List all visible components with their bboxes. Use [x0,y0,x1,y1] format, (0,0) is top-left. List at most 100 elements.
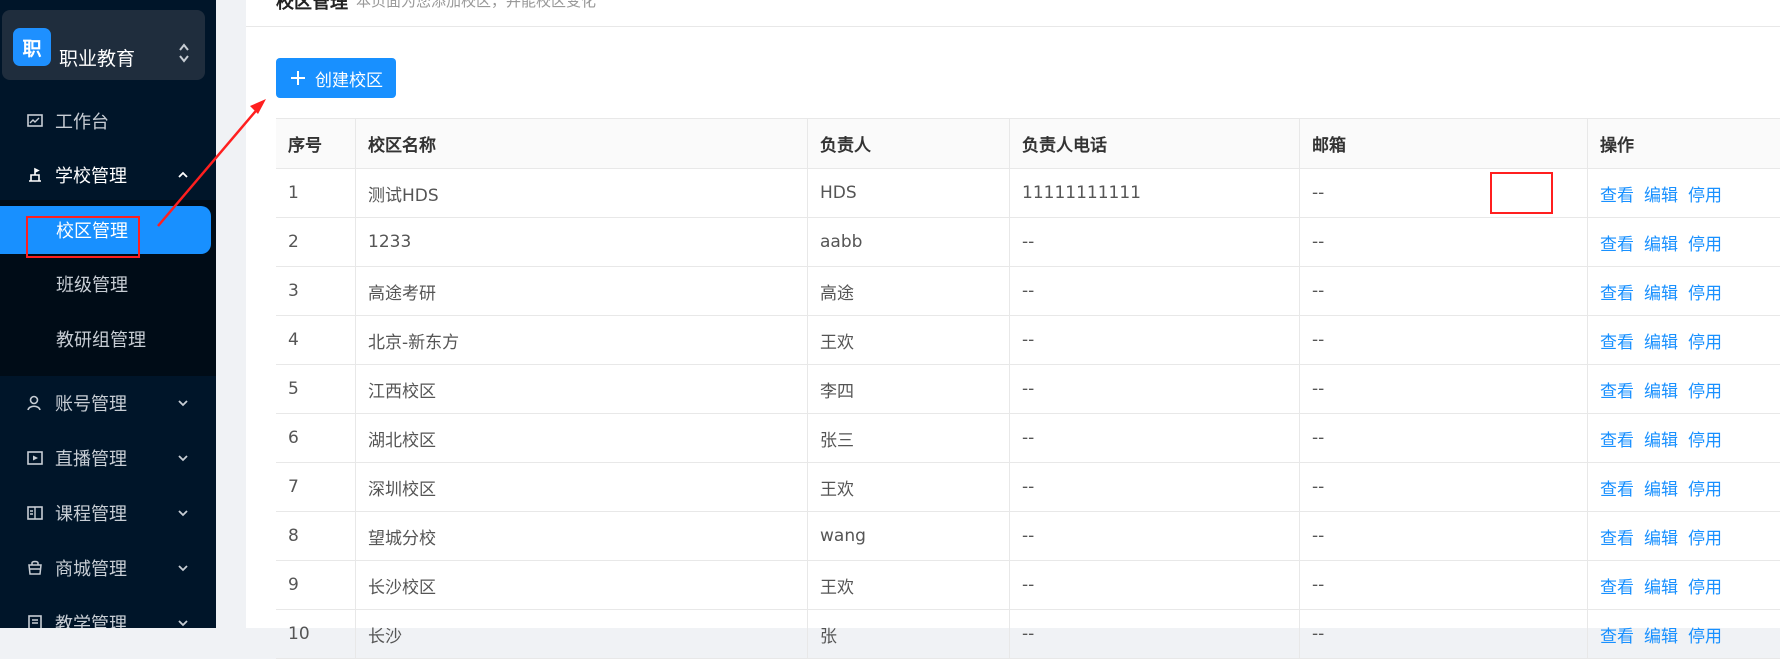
disable-button[interactable]: 停用 [1688,426,1722,451]
disable-button[interactable]: 停用 [1688,181,1722,206]
sidebar-subitem-research[interactable]: 教研组管理 [0,315,216,363]
cell-owner-phone: -- [1010,218,1300,266]
view-button[interactable]: 查看 [1600,475,1634,500]
cell-campus-name: 长沙校区 [356,561,808,609]
view-button[interactable]: 查看 [1600,377,1634,402]
sidebar-item-dashboard[interactable]: 工作台 [0,98,216,144]
view-button[interactable]: 查看 [1600,230,1634,255]
cell-owner-phone: -- [1010,561,1300,609]
sidebar-item-school[interactable]: 学校管理 [0,152,216,198]
cell-actions: 查看 编辑 停用 [1588,610,1780,658]
cell-owner: 王欢 [808,463,1010,511]
cell-owner-phone: -- [1010,267,1300,315]
sidebar-subitem-campus[interactable]: 校区管理 [0,206,211,254]
chevron-down-icon [178,620,188,627]
cell-owner: 王欢 [808,316,1010,364]
edit-button[interactable]: 编辑 [1644,524,1678,549]
cell-campus-name: 北京-新东方 [356,316,808,364]
edit-button[interactable]: 编辑 [1644,622,1678,647]
cell-campus-name: 江西校区 [356,365,808,413]
disable-button[interactable]: 停用 [1688,230,1722,255]
table-row: 6 湖北校区 张三 -- -- 查看 编辑 停用 [276,414,1780,463]
cell-owner: HDS [808,169,1010,217]
header-index: 序号 [276,119,356,168]
view-button[interactable]: 查看 [1600,328,1634,353]
disable-button[interactable]: 停用 [1688,377,1722,402]
header-actions: 操作 [1600,136,1634,156]
table-header-row: 序号 校区名称 负责人 负责人电话 邮箱 操作 [276,119,1780,169]
view-button[interactable]: 查看 [1600,524,1634,549]
view-button[interactable]: 查看 [1600,426,1634,451]
sidebar-item-teaching[interactable]: 教学管理 [0,600,216,628]
cell-owner-phone: -- [1010,414,1300,462]
sidebar-item-live[interactable]: 直播管理 [0,435,216,481]
cell-owner: wang [808,512,1010,560]
sidebar-item-label: 直播管理 [55,449,127,470]
cell-actions: 查看 编辑 停用 [1588,463,1780,511]
cell-campus-name: 1233 [356,218,808,266]
cell-actions: 查看 编辑 停用 [1588,218,1780,266]
cell-index: 6 [276,414,356,462]
page-title: 校区管理 [276,0,348,13]
sidebar-subitem-class[interactable]: 班级管理 [0,260,216,308]
disable-button[interactable]: 停用 [1688,524,1722,549]
cell-actions: 查看 编辑 停用 [1588,365,1780,413]
sidebar-item-course[interactable]: 课程管理 [0,490,216,536]
cell-index: 3 [276,267,356,315]
cell-actions: 查看 编辑 停用 [1588,316,1780,364]
page-description: 本页面为您添加校区，并能校区变化 [356,0,597,10]
edit-button[interactable]: 编辑 [1644,426,1678,451]
cell-index: 7 [276,463,356,511]
cell-email: -- [1300,169,1588,217]
edit-button[interactable]: 编辑 [1644,230,1678,255]
disable-button[interactable]: 停用 [1688,475,1722,500]
header-email: 邮箱 [1300,119,1588,168]
disable-button[interactable]: 停用 [1688,328,1722,353]
cell-index: 2 [276,218,356,266]
cell-email: -- [1300,512,1588,560]
cell-email: -- [1300,316,1588,364]
edit-button[interactable]: 编辑 [1644,328,1678,353]
edit-button[interactable]: 编辑 [1644,279,1678,304]
edit-button[interactable]: 编辑 [1644,377,1678,402]
create-campus-label: 创建校区 [315,70,383,91]
cell-owner: 张三 [808,414,1010,462]
create-campus-button[interactable]: 创建校区 [276,58,396,98]
cell-owner: 王欢 [808,561,1010,609]
cell-owner: 张 [808,610,1010,658]
disable-button[interactable]: 停用 [1688,573,1722,598]
disable-button[interactable]: 停用 [1688,279,1722,304]
chevron-down-icon [178,455,188,462]
cell-index: 4 [276,316,356,364]
view-button[interactable]: 查看 [1600,622,1634,647]
sidebar-item-shop[interactable]: 商城管理 [0,545,216,591]
cell-owner: aabb [808,218,1010,266]
view-button[interactable]: 查看 [1600,279,1634,304]
view-button[interactable]: 查看 [1600,181,1634,206]
cell-campus-name: 深圳校区 [356,463,808,511]
plus-icon [291,71,305,85]
edit-button[interactable]: 编辑 [1644,573,1678,598]
sidebar-item-label: 商城管理 [55,559,127,580]
sidebar: 职 职业教育 工作台 学校管理 校区管理 班级管理 教研组管理 账号管理 直播管… [0,0,216,628]
sidebar-item-account[interactable]: 账号管理 [0,380,216,426]
brand-switcher[interactable]: 职 职业教育 [2,10,205,80]
switch-icon [179,43,189,63]
live-icon [27,451,43,465]
view-button[interactable]: 查看 [1600,573,1634,598]
cell-actions: 查看 编辑 停用 [1588,512,1780,560]
campus-table: 序号 校区名称 负责人 负责人电话 邮箱 操作 1 测试HDS HDS 1111111… [276,118,1780,659]
table-row: 7 深圳校区 王欢 -- -- 查看 编辑 停用 [276,463,1780,512]
sidebar-item-label: 教学管理 [55,614,127,628]
cell-email: -- [1300,561,1588,609]
edit-button[interactable]: 编辑 [1644,181,1678,206]
cell-owner-phone: -- [1010,316,1300,364]
brand-name: 职业教育 [59,48,136,70]
table-row: 1 测试HDS HDS 11111111111 -- 查看 编辑 停用 [276,169,1780,218]
cell-owner-phone: -- [1010,610,1300,658]
disable-button[interactable]: 停用 [1688,622,1722,647]
cell-campus-name: 长沙 [356,610,808,658]
edit-button[interactable]: 编辑 [1644,475,1678,500]
cell-owner-phone: -- [1010,512,1300,560]
main-content: 校区管理 本页面为您添加校区，并能校区变化 创建校区 序号 校区名称 负责人 负… [246,0,1780,659]
